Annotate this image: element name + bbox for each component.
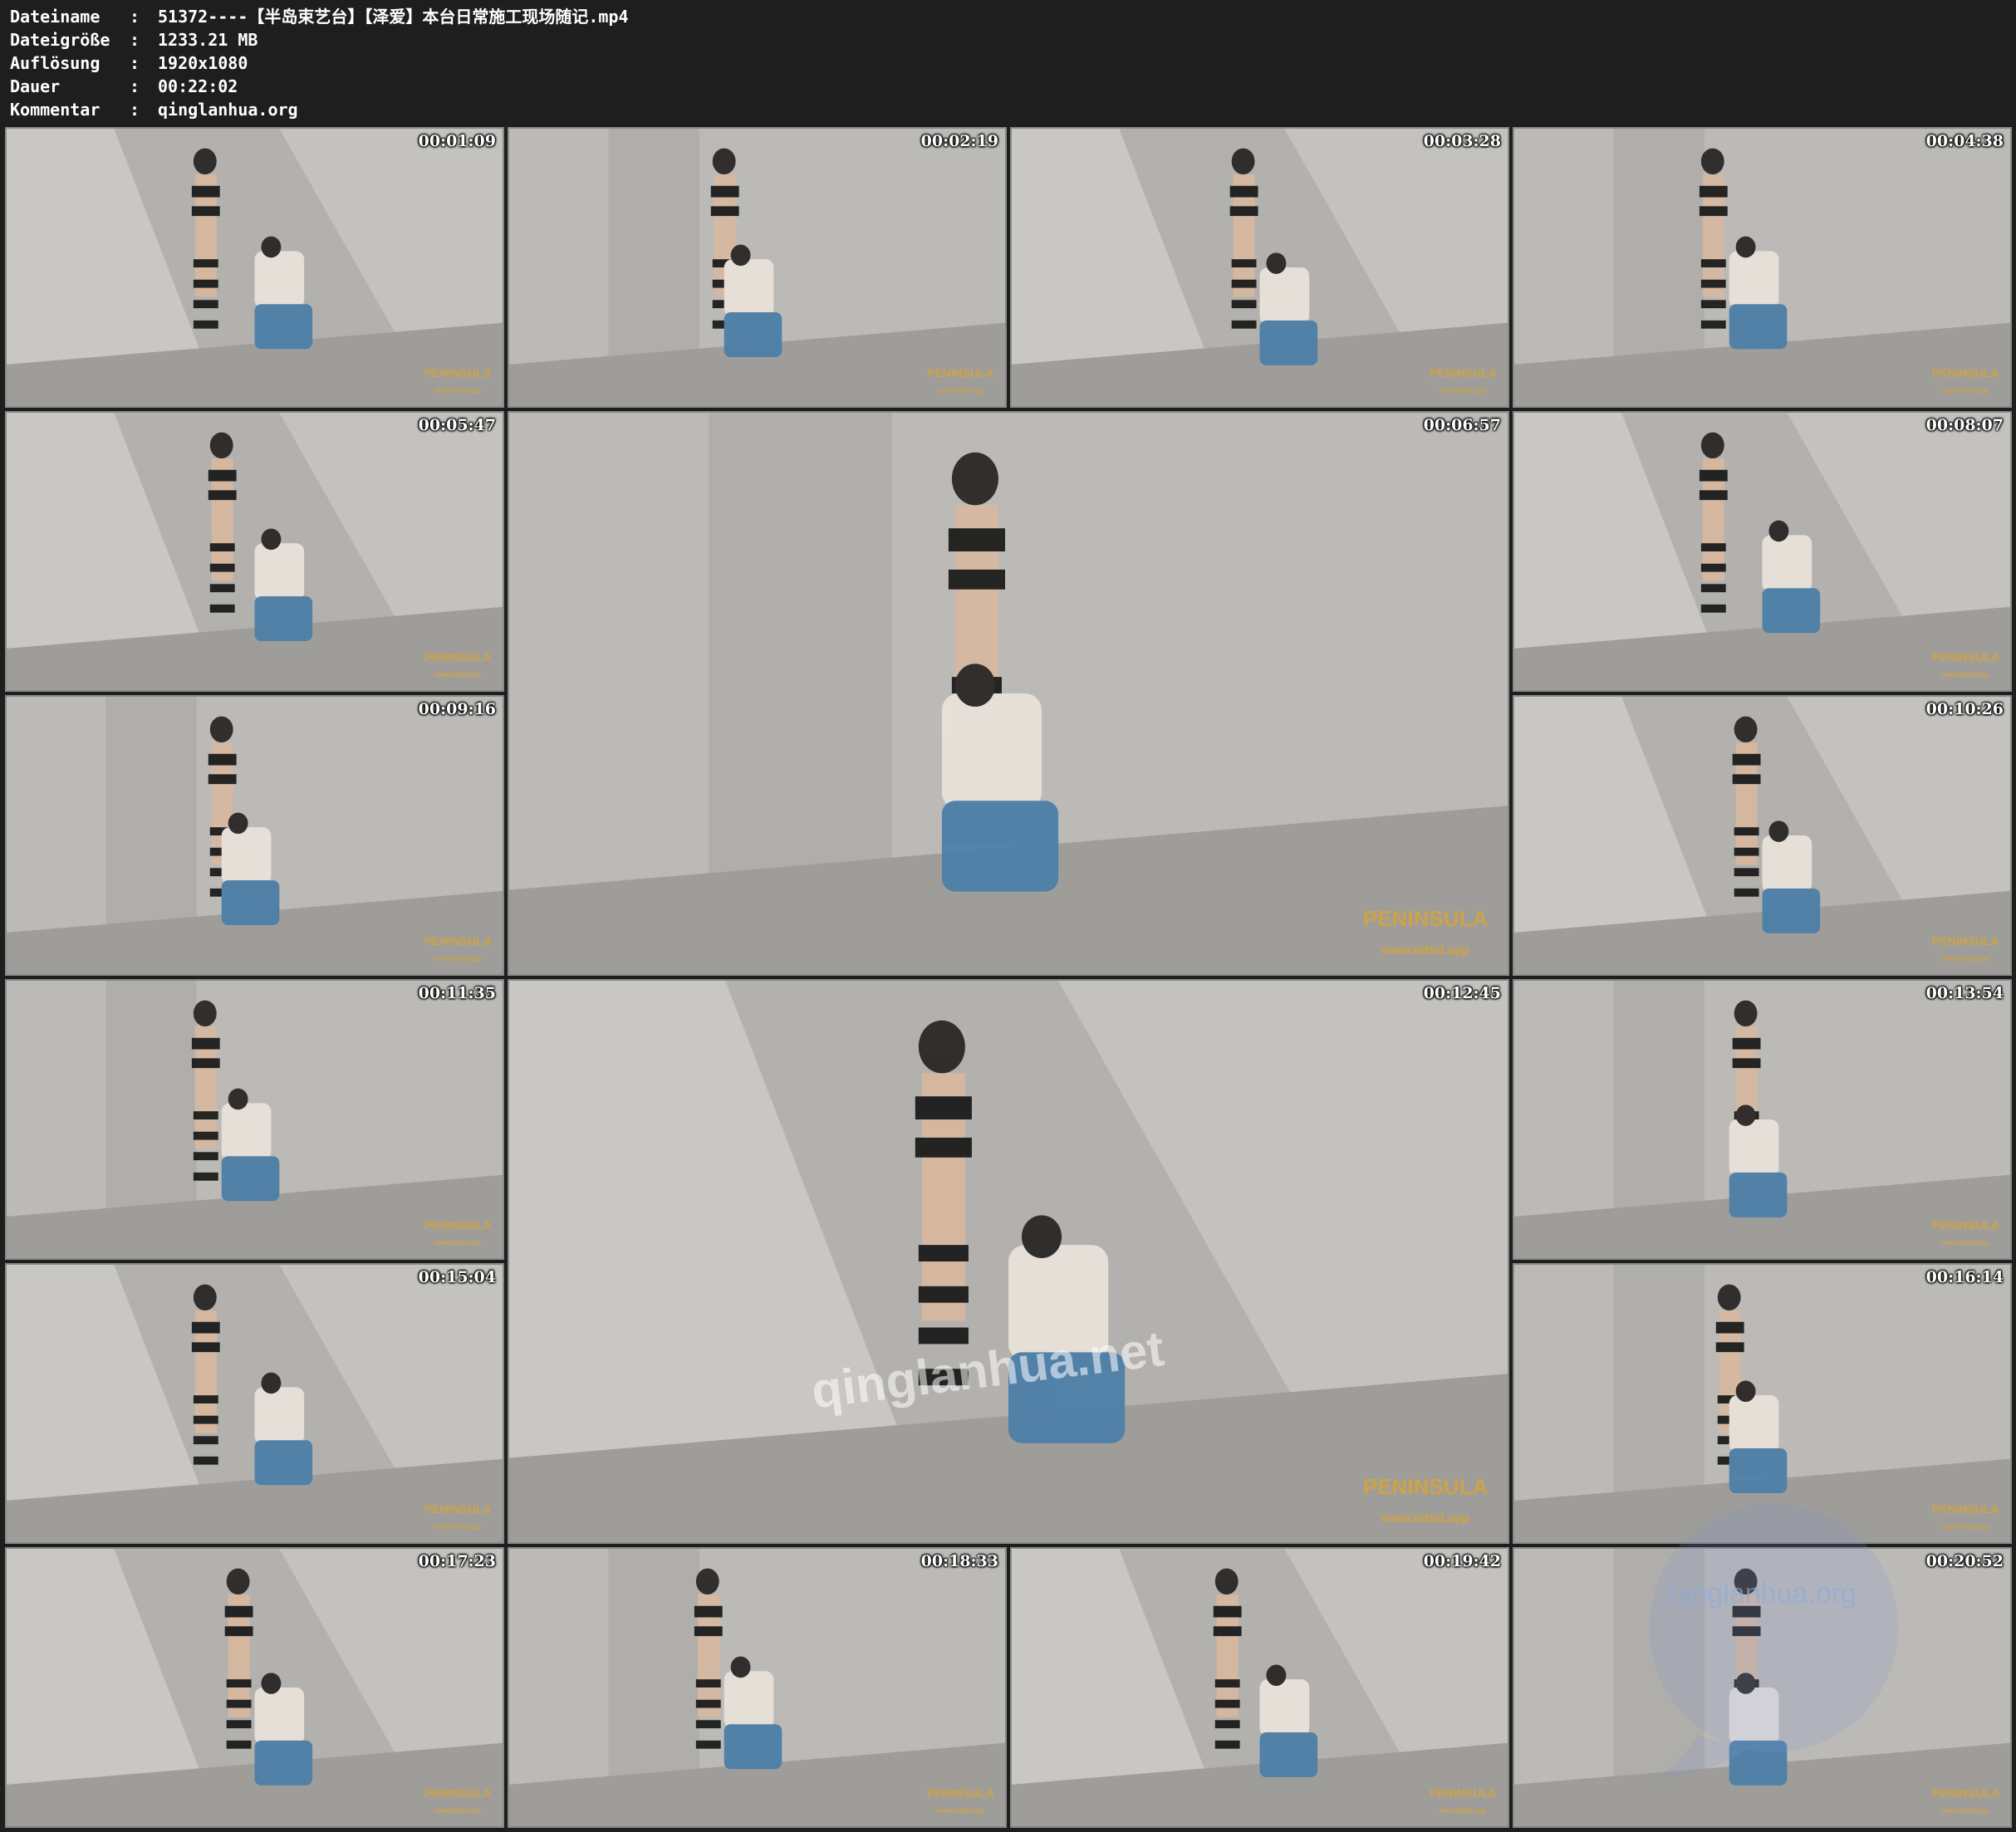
logo-url: www.bdbd.app [1941, 1807, 1989, 1815]
logo-name: PENINSULA [1932, 1502, 1999, 1516]
peninsula-logo: PENINSULA www.bdbd.app [927, 358, 994, 394]
logo-url: www.bdbd.app [1941, 387, 1989, 394]
logo-url: www.bdbd.app [434, 1807, 482, 1815]
logo-name: PENINSULA [424, 1786, 492, 1800]
logo-name: PENINSULA [1932, 1218, 1999, 1232]
thumbnail-timestamp: 00:06:57 [1423, 416, 1501, 434]
logo-name: PENINSULA [1932, 366, 1999, 380]
peninsula-logo: PENINSULA www.bdbd.app [424, 642, 492, 678]
logo-url: www.bdbd.app [1439, 1807, 1487, 1815]
video-thumbnail: 00:08:07 PENINSULA www.bdbd.app [1513, 411, 2012, 692]
video-thumbnail: 00:04:38 PENINSULA www.bdbd.app [1513, 127, 2012, 408]
thumbnail-timestamp: 00:18:33 [920, 1552, 998, 1570]
logo-name: PENINSULA [1932, 1786, 1999, 1800]
logo-name: PENINSULA [1932, 934, 1999, 948]
video-thumbnail: 00:13:54 PENINSULA www.bdbd.app [1513, 979, 2012, 1260]
logo-url: www.bdbd.app [936, 387, 984, 394]
thumbnail-timestamp: 00:02:19 [920, 132, 998, 150]
peninsula-logo: PENINSULA www.bdbd.app [1363, 891, 1488, 958]
logo-url: www.bdbd.app [1439, 387, 1487, 394]
thumbnail-timestamp: 00:10:26 [1925, 700, 2004, 718]
logo-url: www.bdbd.app [1381, 943, 1470, 958]
logo-name: PENINSULA [927, 366, 994, 380]
logo-name: PENINSULA [424, 1218, 492, 1232]
logo-name: PENINSULA [424, 934, 492, 948]
logo-name: PENINSULA [424, 366, 492, 380]
logo-name: PENINSULA [1932, 650, 1999, 664]
thumbnail-timestamp: 00:19:42 [1423, 1552, 1501, 1570]
thumbnail-timestamp: 00:11:35 [418, 984, 496, 1002]
video-thumbnail: 00:03:28 PENINSULA www.bdbd.app [1010, 127, 1509, 408]
logo-url: www.bdbd.app [1941, 955, 1989, 963]
peninsula-logo: PENINSULA www.bdbd.app [1430, 1778, 1497, 1815]
thumbnail-timestamp: 00:01:09 [418, 132, 496, 150]
logo-name: PENINSULA [1430, 1786, 1497, 1800]
thumbnail-timestamp: 00:17:23 [418, 1552, 496, 1570]
logo-name: PENINSULA [1363, 906, 1489, 931]
logo-name: PENINSULA [927, 1786, 994, 1800]
peninsula-logo: PENINSULA www.bdbd.app [1932, 642, 1999, 678]
logo-url: www.bdbd.app [1381, 1511, 1470, 1526]
video-thumbnail: 00:11:35 PENINSULA www.bdbd.app [5, 979, 504, 1260]
video-thumbnail: 00:09:16 PENINSULA www.bdbd.app [5, 695, 504, 976]
video-thumbnail: 00:06:57 PENINSULA www.bdbd.app [508, 411, 1509, 976]
thumbnail-timestamp: 00:09:16 [418, 700, 496, 718]
thumbnail-timestamp: 00:15:04 [418, 1268, 496, 1286]
video-thumbnail: 00:05:47 PENINSULA www.bdbd.app [5, 411, 504, 692]
peninsula-logo: PENINSULA www.bdbd.app [927, 1778, 994, 1815]
video-thumbnail: 00:17:23 PENINSULA www.bdbd.app [5, 1547, 504, 1828]
peninsula-logo: PENINSULA www.bdbd.app [424, 1494, 492, 1531]
peninsula-logo: PENINSULA www.bdbd.app [1932, 358, 1999, 394]
logo-url: www.bdbd.app [1941, 1523, 1989, 1531]
thumbnail-timestamp: 00:03:28 [1423, 132, 1501, 150]
peninsula-logo: PENINSULA www.bdbd.app [1932, 1778, 1999, 1815]
peninsula-logo: PENINSULA www.bdbd.app [1932, 1210, 1999, 1247]
peninsula-logo: PENINSULA www.bdbd.app [424, 358, 492, 394]
thumbnail-timestamp: 00:05:47 [418, 416, 496, 434]
thumbnail-timestamp: 00:16:14 [1925, 1268, 2004, 1286]
video-thumbnail: 00:12:45 PENINSULA www.bdbd.app qinglanhua.… [508, 979, 1509, 1544]
video-thumbnail: 00:18:33 PENINSULA www.bdbd.app [508, 1547, 1007, 1828]
logo-url: www.bdbd.app [1941, 1239, 1989, 1247]
logo-url: www.bdbd.app [434, 671, 482, 678]
video-thumbnail: 00:15:04 PENINSULA www.bdbd.app [5, 1263, 504, 1544]
logo-name: PENINSULA [1430, 366, 1497, 380]
video-thumbnail: 00:10:26 PENINSULA www.bdbd.app [1513, 695, 2012, 976]
thumbnail-timestamp: 00:08:07 [1925, 416, 2004, 434]
peninsula-logo: PENINSULA www.bdbd.app [1430, 358, 1497, 394]
peninsula-logo: PENINSULA www.bdbd.app [1932, 1494, 1999, 1531]
logo-url: www.bdbd.app [1941, 671, 1989, 678]
corner-watermark-text: qinglanhua.org [1670, 1578, 1857, 1609]
video-thumbnail: 00:16:14 PENINSULA www.bdbd.app [1513, 1263, 2012, 1544]
peninsula-logo: PENINSULA www.bdbd.app [1363, 1459, 1488, 1526]
thumbnail-timestamp: 00:20:52 [1925, 1552, 2004, 1570]
video-thumbnail: 00:02:19 PENINSULA www.bdbd.app [508, 127, 1007, 408]
peninsula-logo: PENINSULA www.bdbd.app [424, 926, 492, 963]
peninsula-logo: PENINSULA www.bdbd.app [1932, 926, 1999, 963]
thumbnail-timestamp: 00:13:54 [1925, 984, 2004, 1002]
logo-name: PENINSULA [1363, 1474, 1489, 1499]
thumbnail-grid: 00:01:09 PENINSULA www.bdbd.app 00:02:19 PE… [0, 0, 2016, 1832]
logo-name: PENINSULA [424, 650, 492, 664]
video-thumbnail: 00:19:42 PENINSULA www.bdbd.app [1010, 1547, 1509, 1828]
logo-url: www.bdbd.app [434, 955, 482, 963]
logo-url: www.bdbd.app [936, 1807, 984, 1815]
peninsula-logo: PENINSULA www.bdbd.app [424, 1778, 492, 1815]
logo-url: www.bdbd.app [434, 1523, 482, 1531]
video-thumbnail: 00:01:09 PENINSULA www.bdbd.app [5, 127, 504, 408]
logo-url: www.bdbd.app [434, 1239, 482, 1247]
thumbnail-timestamp: 00:12:45 [1423, 984, 1501, 1002]
logo-name: PENINSULA [424, 1502, 492, 1516]
logo-url: www.bdbd.app [434, 387, 482, 394]
peninsula-logo: PENINSULA www.bdbd.app [424, 1210, 492, 1247]
thumbnail-timestamp: 00:04:38 [1925, 132, 2004, 150]
